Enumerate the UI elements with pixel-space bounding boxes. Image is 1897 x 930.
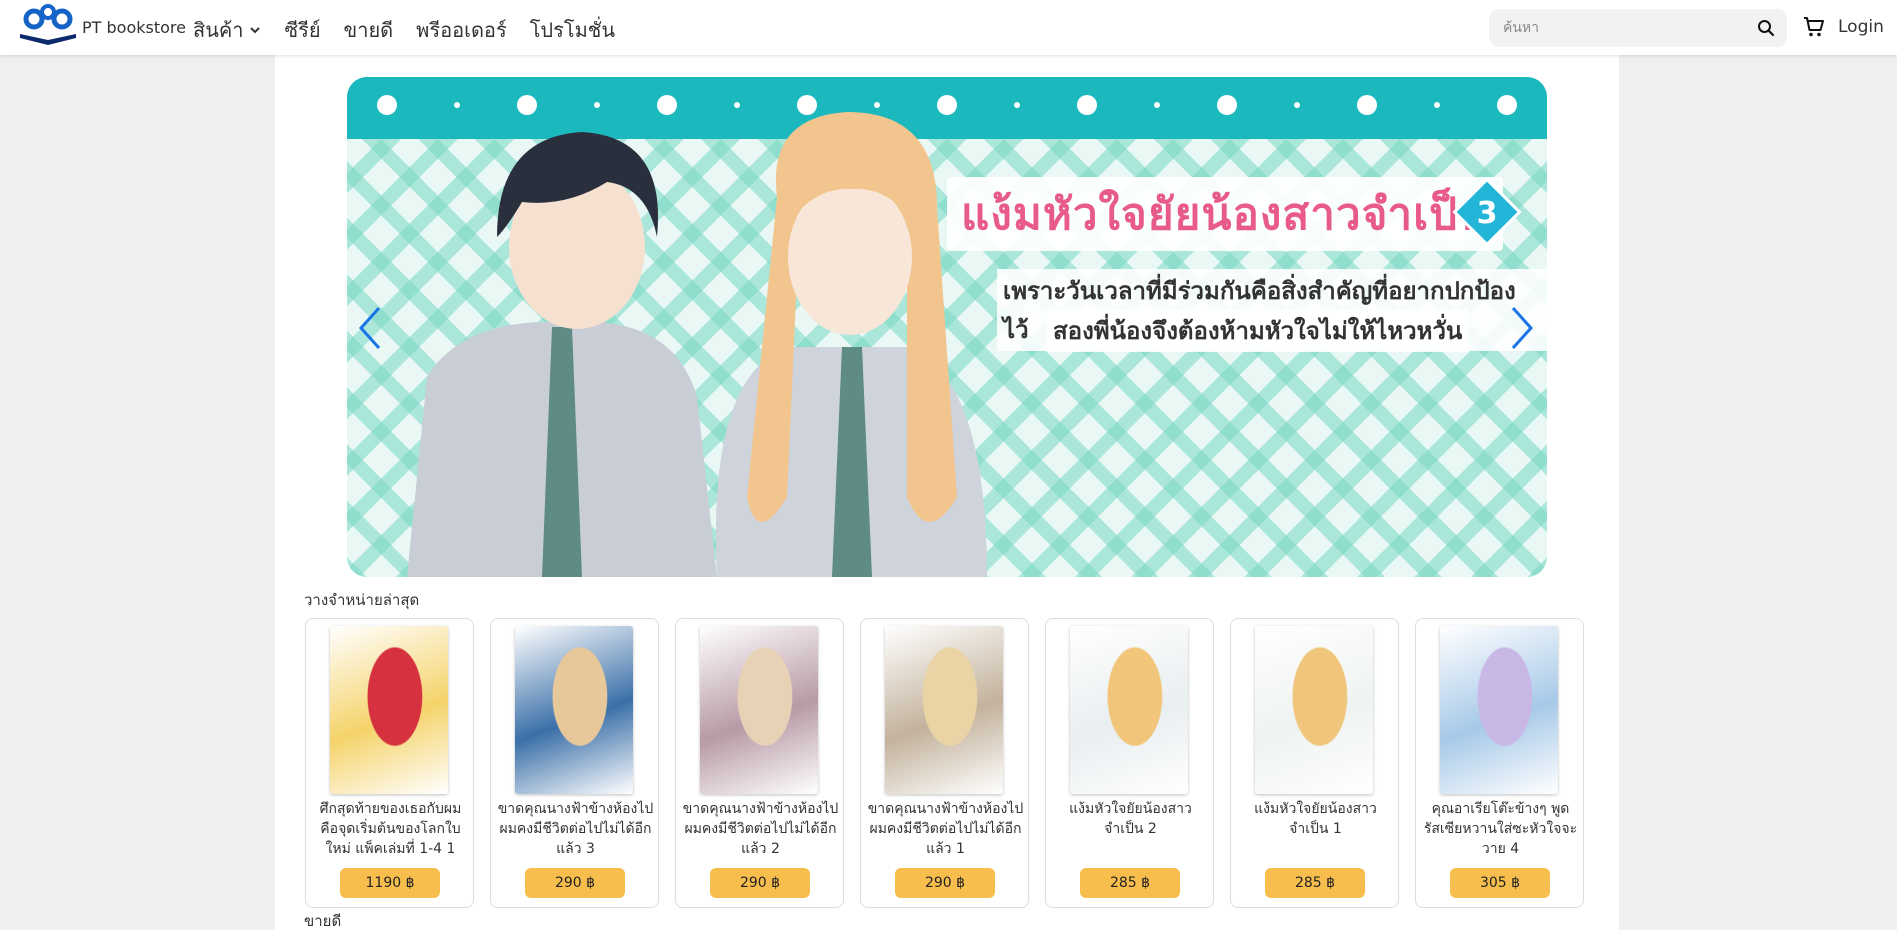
search-icon[interactable] [1757,19,1775,37]
book-cover-image [1255,626,1373,794]
nav-preorder[interactable]: พรีออเดอร์ [416,14,507,46]
logo-icon[interactable] [18,4,78,48]
product-card[interactable]: แง้มหัวใจยัยน้องสาวจำเป็น 1 285 ฿ [1230,618,1399,908]
product-card[interactable]: แง้มหัวใจยัยน้องสาวจำเป็น 2 285 ฿ [1045,618,1214,908]
top-navbar: PT bookstore สินค้า ซีรีย์ ขายดี พรีออเด… [0,0,1897,55]
nav-products-label: สินค้า [193,18,244,42]
search-box [1489,9,1787,47]
book-cover-image [515,626,633,794]
product-title: แง้มหัวใจยัยน้องสาวจำเป็น 1 [1254,801,1377,837]
chevron-down-icon [249,27,260,34]
product-card[interactable]: คุณอาเรียโต๊ะข้างๆ พูดรัสเซียหวานใส่ซะหั… [1415,618,1584,908]
main-nav: สินค้า ซีรีย์ ขายดี พรีออเดอร์ โปรโมชั่น [193,14,638,46]
volume-badge: 3 [1452,177,1522,247]
product-card[interactable]: ขาดคุณนางฟ้าข้างห้องไป ผมคงมีชีวิตต่อไปไ… [675,618,844,908]
login-link[interactable]: Login [1838,17,1884,37]
nav-promotion[interactable]: โปรโมชั่น [530,14,615,46]
nav-bestseller[interactable]: ขายดี [344,14,394,46]
product-title: ขาดคุณนางฟ้าข้างห้องไป ผมคงมีชีวิตต่อไปไ… [497,801,654,857]
nav-bestseller-label: ขายดี [343,18,394,42]
price-button[interactable]: 305 ฿ [1450,868,1550,898]
price-button[interactable]: 290 ฿ [525,868,625,898]
volume-number: 3 [1477,196,1498,231]
nav-series-label: ซีรีย์ [284,18,321,42]
book-cover-image [885,626,1003,794]
price-button[interactable]: 290 ฿ [895,868,995,898]
section-title-bestseller: ขายดี [304,912,342,930]
nav-products[interactable]: สินค้า [193,14,262,46]
product-title: ขาดคุณนางฟ้าข้างห้องไป ผมคงมีชีวิตต่อไปไ… [867,801,1024,857]
product-card[interactable]: ขาดคุณนางฟ้าข้างห้องไป ผมคงมีชีวิตต่อไปไ… [490,618,659,908]
search-input[interactable] [1503,20,1757,36]
product-title: แง้มหัวใจยัยน้องสาวจำเป็น 2 [1069,801,1192,837]
book-cover-image [1070,626,1188,794]
price-button[interactable]: 285 ฿ [1265,868,1365,898]
nav-series[interactable]: ซีรีย์ [285,14,321,46]
brand-name[interactable]: PT bookstore [82,18,186,37]
banner-title: แง้มหัวใจยัยน้องสาวจำเป็น [947,177,1504,251]
carousel-next-arrow-icon[interactable] [1507,305,1537,351]
product-title: คุณอาเรียโต๊ะข้างๆ พูดรัสเซียหวานใส่ซะหั… [1423,801,1578,857]
hero-banner-carousel[interactable]: แง้มหัวใจยัยน้องสาวจำเป็น 3 เพราะวันเวลา… [347,77,1547,577]
main-content: แง้มหัวใจยัยน้องสาวจำเป็น 3 เพราะวันเวลา… [275,55,1619,930]
price-button[interactable]: 1190 ฿ [340,868,440,898]
product-title: ศึกสุดท้ายของเธอกับผมคือจุดเริ่มต้นของโล… [319,801,462,857]
carousel-prev-arrow-icon[interactable] [355,305,385,351]
book-cover-image [700,626,818,794]
nav-preorder-label: พรีออเดอร์ [416,18,507,42]
book-cover-image [1440,626,1558,794]
price-button[interactable]: 285 ฿ [1080,868,1180,898]
book-cover-image [330,626,448,794]
product-card[interactable]: ศึกสุดท้ายของเธอกับผมคือจุดเริ่มต้นของโล… [305,618,474,908]
product-card[interactable]: ขาดคุณนางฟ้าข้างห้องไป ผมคงมีชีวิตต่อไปไ… [860,618,1029,908]
banner-tagline-2: สองพี่น้องจึงต้องห้ามหัวใจไม่ให้ไหวหวั่น [1047,309,1469,352]
latest-products-list: ศึกสุดท้ายของเธอกับผมคือจุดเริ่มต้นของโล… [305,618,1584,908]
nav-promotion-label: โปรโมชั่น [529,18,616,42]
section-title-latest: วางจำหน่ายล่าสุด [304,591,420,609]
product-title: ขาดคุณนางฟ้าข้างห้องไป ผมคงมีชีวิตต่อไปไ… [682,801,839,857]
price-button[interactable]: 290 ฿ [710,868,810,898]
cart-icon[interactable] [1803,16,1825,38]
